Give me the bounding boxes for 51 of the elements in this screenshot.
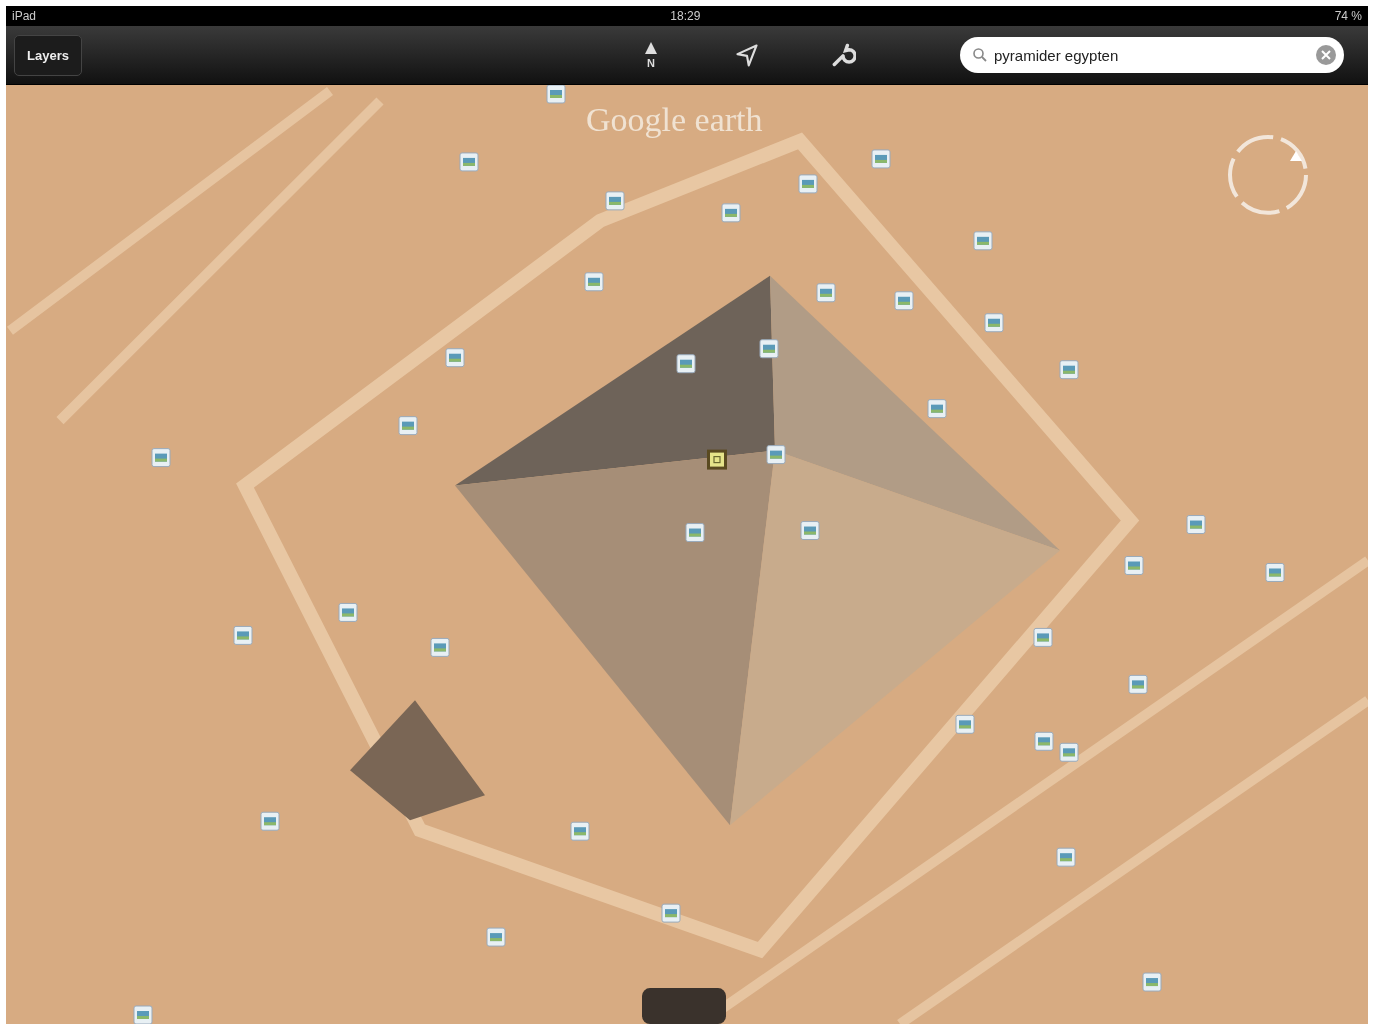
placemark-icon[interactable] — [766, 445, 786, 465]
placemark-icon[interactable] — [1059, 742, 1079, 762]
placemark-icon[interactable] — [798, 174, 818, 194]
placemark-icon[interactable] — [486, 927, 506, 947]
map-logo: Google earth — [586, 101, 763, 139]
placemark-icon[interactable] — [1265, 563, 1285, 582]
placemark-icon[interactable] — [570, 821, 590, 841]
placemark-icon[interactable] — [605, 191, 625, 211]
placemark-icon[interactable] — [894, 291, 914, 311]
placemark-icon[interactable] — [685, 523, 705, 542]
placemark-icon[interactable] — [338, 602, 358, 622]
placemark-icon[interactable] — [1124, 556, 1144, 575]
placemark-icon[interactable] — [816, 283, 836, 303]
selected-placemark-icon[interactable] — [707, 449, 727, 470]
search-field[interactable]: pyramider egypten — [960, 37, 1344, 73]
device-name: iPad — [12, 9, 37, 23]
placemark-icon[interactable] — [398, 416, 418, 436]
satellite-map[interactable] — [6, 85, 1368, 1024]
placemark-icon[interactable] — [1128, 674, 1148, 694]
placemark-icon[interactable] — [445, 348, 465, 368]
placemark-icon[interactable] — [984, 313, 1004, 333]
placemark-icon[interactable] — [546, 85, 566, 104]
layers-button[interactable]: Layers — [14, 34, 82, 76]
placemark-icon[interactable] — [927, 399, 947, 419]
placemark-icon[interactable] — [661, 903, 681, 923]
placemark-icon[interactable] — [1186, 515, 1206, 534]
search-value: pyramider egypten — [994, 46, 1120, 64]
clear-icon[interactable] — [1316, 45, 1336, 65]
placemark-icon[interactable] — [721, 203, 741, 223]
placemark-icon[interactable] — [233, 625, 253, 645]
placemark-icon[interactable] — [973, 231, 993, 251]
placemark-icon[interactable] — [430, 637, 450, 657]
compass-icon[interactable] — [1228, 134, 1308, 215]
placemark-icon[interactable] — [676, 354, 696, 374]
battery-level: 74 % — [1334, 9, 1362, 23]
placemark-icon[interactable] — [459, 152, 479, 172]
placemark-icon[interactable] — [800, 521, 820, 540]
placemark-icon[interactable] — [1056, 847, 1076, 867]
placemark-icon[interactable] — [584, 272, 604, 292]
clock-time: 18:29 — [670, 9, 701, 23]
placemark-icon[interactable] — [1142, 972, 1162, 992]
placemark-icon[interactable] — [1034, 731, 1054, 751]
placemark-icon[interactable] — [759, 339, 779, 359]
placemark-icon[interactable] — [1059, 360, 1079, 380]
placemark-icon[interactable] — [133, 1005, 153, 1024]
placemark-icon[interactable] — [260, 811, 280, 831]
placemark-icon[interactable] — [871, 149, 891, 169]
placemark-icon[interactable] — [151, 448, 171, 468]
placemark-icon[interactable] — [1033, 627, 1053, 647]
placemark-icon[interactable] — [955, 714, 975, 734]
search-icon — [972, 47, 988, 63]
